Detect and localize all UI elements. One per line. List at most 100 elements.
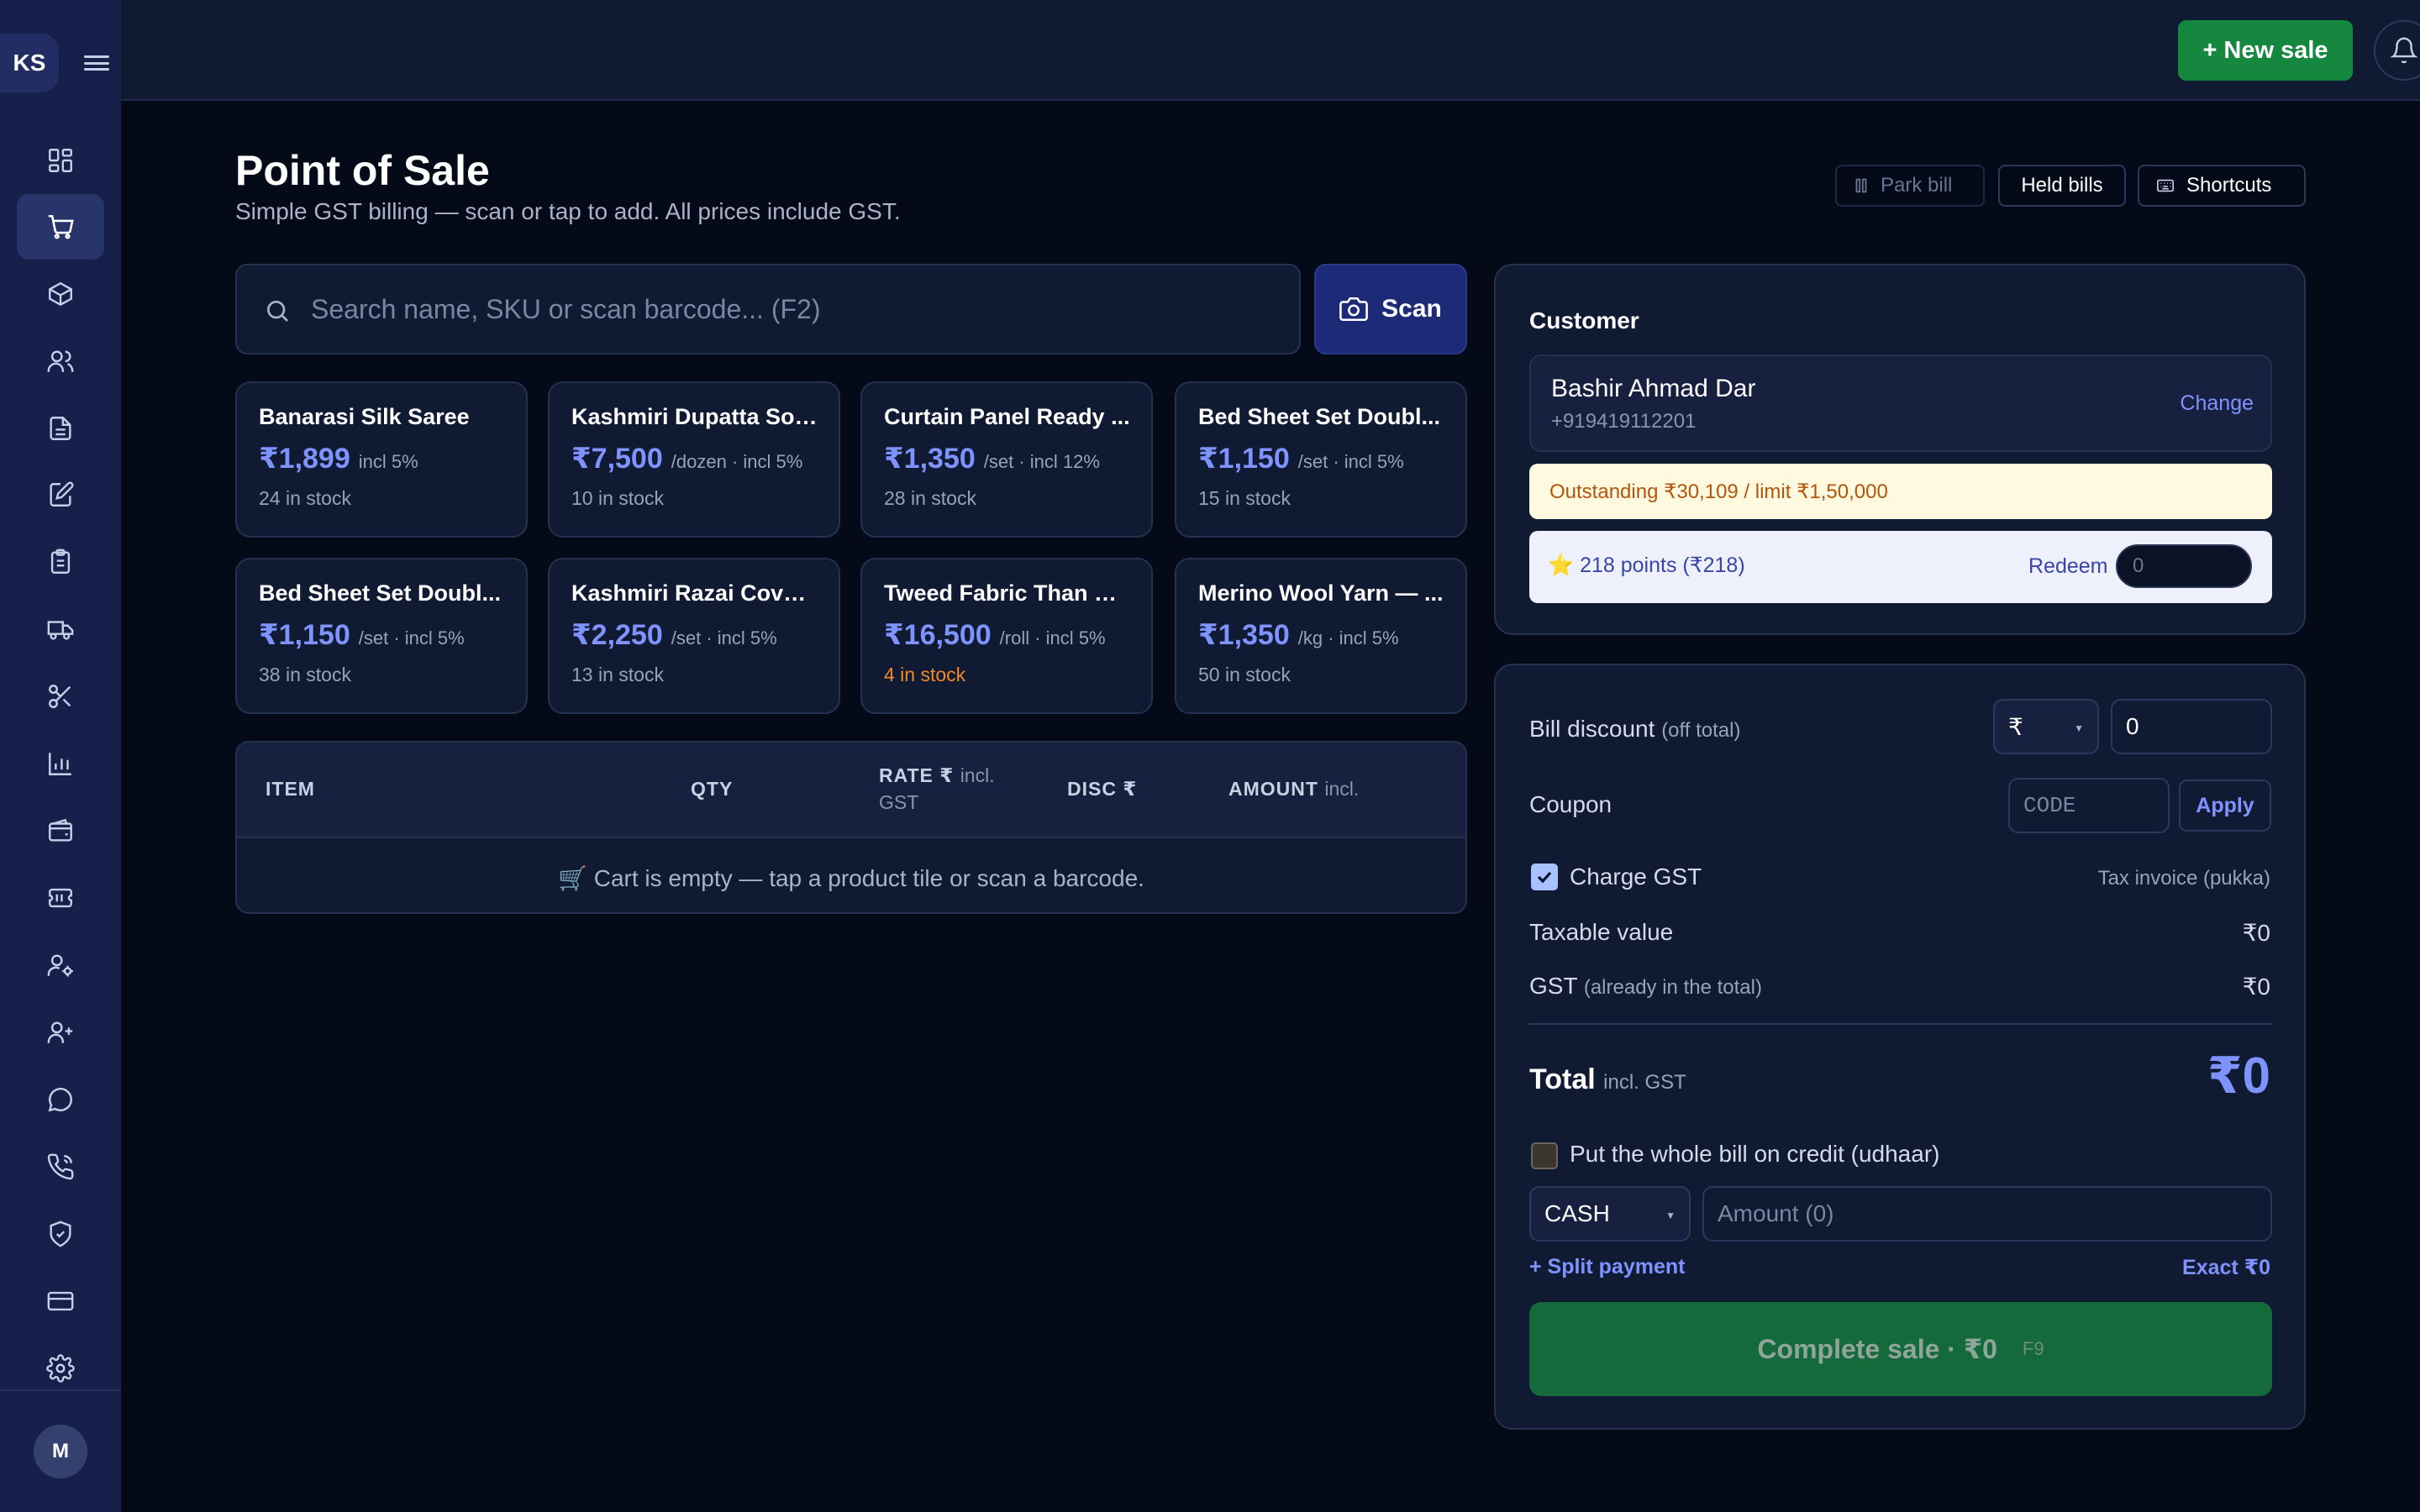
bill-discount-sub: (off total)	[1661, 719, 1741, 742]
product-stock: 28 in stock	[884, 487, 976, 509]
product-stock-low: 4 in stock	[884, 664, 966, 685]
page-subtitle: Simple GST billing — scan or tap to add.…	[235, 198, 901, 224]
gst-sub: (already in the total)	[1583, 976, 1762, 999]
total-text: Total	[1529, 1063, 1596, 1095]
scan-label: Scan	[1381, 295, 1442, 323]
product-tile[interactable]: Kashmiri Dupatta Soz... ₹7,500/dozen · i…	[548, 381, 840, 538]
cart-empty-message: 🛒 Cart is empty — tap a product tile or …	[558, 864, 1144, 891]
discount-value-input[interactable]	[2111, 699, 2272, 754]
bill-discount-text: Bill discount	[1529, 716, 1655, 742]
bill-discount-label: Bill discount (off total)	[1529, 716, 1740, 743]
product-name: Banarasi Silk Saree	[259, 404, 470, 429]
charge-gst-checkbox[interactable]	[1531, 864, 1558, 890]
product-name: Tweed Fabric Than —...	[884, 580, 1131, 606]
nav-payments-card-icon[interactable]	[17, 1268, 104, 1334]
topbar: + New sale M	[121, 0, 2420, 101]
notifications-button[interactable]	[2374, 20, 2420, 81]
cart-table: ITEM QTY RATE ₹ incl. GST DISC ₹ AMOUNT …	[235, 741, 1467, 914]
keyboard-icon	[2157, 179, 2174, 192]
nav-settings-gear-icon[interactable]	[17, 1336, 104, 1401]
product-unit: /kg · incl 5%	[1297, 627, 1399, 648]
credit-label: Put the whole bill on credit (udhaar)	[1570, 1141, 1940, 1167]
scan-button[interactable]: Scan	[1314, 264, 1467, 354]
nav-wallet-icon[interactable]	[17, 798, 104, 864]
new-sale-button[interactable]: + New sale	[2178, 20, 2353, 81]
product-stock: 38 in stock	[259, 664, 351, 685]
held-bills-label: Held bills	[2021, 174, 2103, 197]
product-tile[interactable]: Bed Sheet Set Doubl... ₹1,150/set · incl…	[1175, 381, 1467, 538]
nav-phone-icon[interactable]	[17, 1134, 104, 1200]
apply-coupon-button[interactable]: Apply	[2179, 780, 2271, 832]
product-price: ₹7,500	[571, 443, 663, 475]
product-tile[interactable]: Merino Wool Yarn — ... ₹1,350/kg · incl …	[1175, 558, 1467, 714]
product-price: ₹1,350	[884, 443, 976, 475]
park-bill-button[interactable]: Park bill	[1835, 165, 1985, 207]
nav-staff-settings-icon[interactable]	[17, 932, 104, 998]
total-label: Total incl. GST	[1529, 1063, 1686, 1096]
nav-clipboard-icon[interactable]	[17, 529, 104, 595]
pause-icon	[1855, 178, 1867, 193]
redeem-points-input[interactable]	[2116, 544, 2252, 588]
held-bills-button[interactable]: Held bills	[1998, 165, 2126, 207]
product-price: ₹2,250	[571, 619, 663, 651]
coupon-code-input[interactable]	[2008, 778, 2170, 833]
product-unit: /set · incl 5%	[358, 627, 465, 648]
nav-ticket-icon[interactable]	[17, 865, 104, 931]
total-amount: ₹0	[2207, 1047, 2270, 1104]
product-price: ₹1,150	[259, 619, 350, 651]
taxable-value-amount: ₹0	[2242, 920, 2270, 946]
outstanding-banner: Outstanding ₹30,109 / limit ₹1,50,000	[1529, 464, 2272, 519]
customer-heading: Customer	[1529, 307, 1639, 333]
col-disc: DISC ₹	[1067, 778, 1138, 800]
nav-products-box-icon[interactable]	[17, 261, 104, 327]
product-name: Curtain Panel Ready ...	[884, 404, 1130, 429]
complete-sale-button[interactable]: Complete sale · ₹0 F9	[1529, 1302, 2272, 1396]
app-logo[interactable]: KS	[0, 34, 59, 92]
exact-amount-link[interactable]: Exact ₹0	[2182, 1255, 2270, 1280]
col-amount: AMOUNT incl.	[1228, 778, 1359, 801]
product-unit: incl 5%	[358, 451, 418, 472]
shortcuts-label: Shortcuts	[2186, 174, 2272, 197]
nav-invoices-icon[interactable]	[17, 396, 104, 461]
split-payment-link[interactable]: + Split payment	[1529, 1255, 1685, 1279]
nav-add-user-icon[interactable]	[17, 1000, 104, 1065]
payment-method-select[interactable]: CASH ▼	[1529, 1186, 1691, 1242]
gst-amount: ₹0	[2242, 974, 2270, 1000]
nav-pos-cart-icon[interactable]	[17, 194, 104, 260]
product-price: ₹1,350	[1198, 619, 1290, 651]
product-tile[interactable]: Curtain Panel Ready ... ₹1,350/set · inc…	[860, 381, 1153, 538]
shortcuts-button[interactable]: Shortcuts	[2138, 165, 2306, 207]
menu-toggle-icon[interactable]	[84, 50, 109, 76]
product-price: ₹1,899	[259, 443, 350, 475]
sidebar-user-avatar[interactable]: M	[34, 1425, 87, 1478]
complete-sale-shortcut: F9	[2022, 1338, 2044, 1359]
search-input[interactable]	[311, 265, 1286, 353]
nav-edit-document-icon[interactable]	[17, 462, 104, 528]
product-tile[interactable]: Banarasi Silk Saree ₹1,899 incl 5% 24 in …	[235, 381, 528, 538]
search-box[interactable]	[235, 264, 1301, 354]
nav-dashboard-icon[interactable]	[17, 128, 104, 193]
nav-security-shield-icon[interactable]	[17, 1201, 104, 1267]
camera-icon	[1339, 297, 1368, 322]
total-sub: incl. GST	[1603, 1071, 1686, 1094]
product-name: Kashmiri Razai Cover...	[571, 580, 818, 606]
payment-method-value: CASH	[1544, 1200, 1610, 1226]
payment-amount-input[interactable]	[1702, 1186, 2272, 1242]
gst-text: GST	[1529, 973, 1578, 999]
nav-customers-icon[interactable]	[17, 328, 104, 394]
nav-reports-chart-icon[interactable]	[17, 731, 104, 796]
col-amount-label: AMOUNT	[1228, 778, 1318, 800]
nav-delivery-truck-icon[interactable]	[17, 596, 104, 662]
product-stock: 10 in stock	[571, 487, 664, 509]
nav-messages-icon[interactable]	[17, 1067, 104, 1132]
credit-checkbox[interactable]	[1531, 1142, 1558, 1169]
change-customer-link[interactable]: Change	[2180, 391, 2254, 416]
discount-type-select[interactable]: ₹ ▼	[1993, 699, 2099, 754]
product-tile[interactable]: Bed Sheet Set Doubl... ₹1,150/set · incl…	[235, 558, 528, 714]
nav-scissors-icon[interactable]	[17, 664, 104, 729]
product-tile[interactable]: Tweed Fabric Than —... ₹16,500/roll · in…	[860, 558, 1153, 714]
col-item: ITEM	[266, 778, 315, 800]
product-unit: /dozen · incl 5%	[671, 451, 803, 472]
product-stock: 50 in stock	[1198, 664, 1291, 685]
product-tile[interactable]: Kashmiri Razai Cover... ₹2,250/set · inc…	[548, 558, 840, 714]
